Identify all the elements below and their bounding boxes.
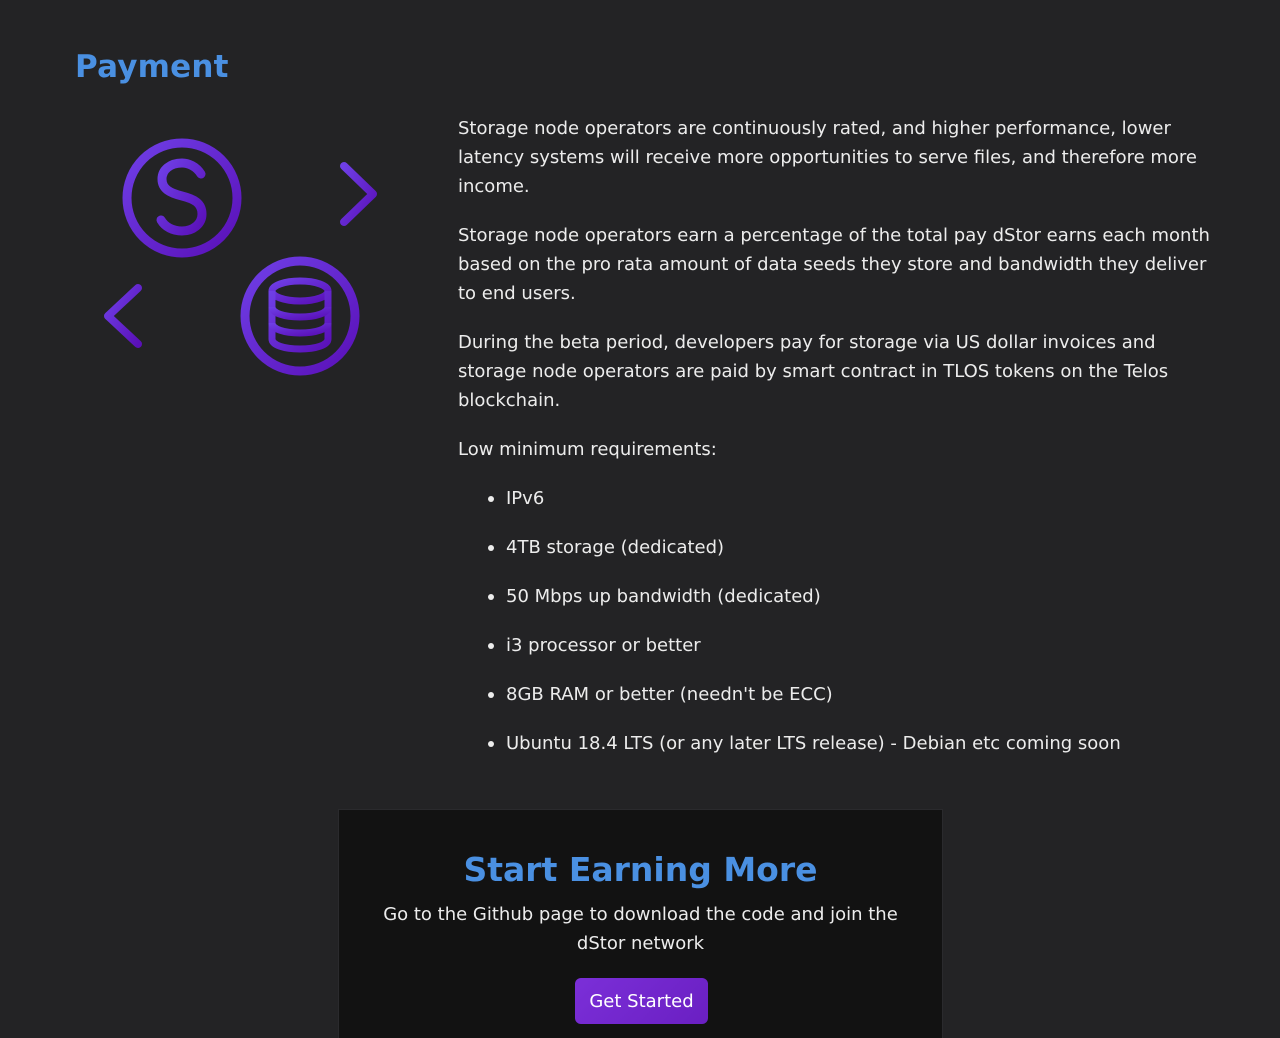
requirement-item: Ubuntu 18.4 LTS (or any later LTS releas… [488,729,1228,758]
arrow-right-icon [266,162,377,226]
requirements-list: IPv6 4TB storage (dedicated) 50 Mbps up … [458,484,1228,758]
dollar-circle-icon [122,138,242,258]
database-circle-icon [240,256,360,376]
requirement-item: 50 Mbps up bandwidth (dedicated) [488,582,1228,611]
requirement-item: i3 processor or better [488,631,1228,660]
requirements-heading: Low minimum requirements: [458,439,717,460]
paragraph-beta-payment: During the beta period, developers pay f… [458,332,1169,411]
requirement-item: 8GB RAM or better (needn't be ECC) [488,680,1228,709]
get-started-button[interactable]: Get Started [575,978,708,1024]
payment-illustration [100,136,382,378]
requirement-item: IPv6 [488,484,1228,513]
arrow-left-icon [104,284,214,348]
paragraph-rating: Storage node operators are continuously … [458,118,1198,197]
page: Payment Storage node operators are conti… [0,0,1280,1038]
payment-illustration-svg [104,138,377,376]
cta-text: Go to the Github page to download the co… [383,904,898,954]
section-title: Payment [75,49,229,85]
paragraph-earnings: Storage node operators earn a percentage… [458,225,1210,304]
cta-panel: Start Earning More Go to the Github page… [338,809,943,1038]
cta-title: Start Earning More [463,850,818,889]
payment-content: Storage node operators are continuously … [458,114,1228,778]
requirement-item: 4TB storage (dedicated) [488,533,1228,562]
